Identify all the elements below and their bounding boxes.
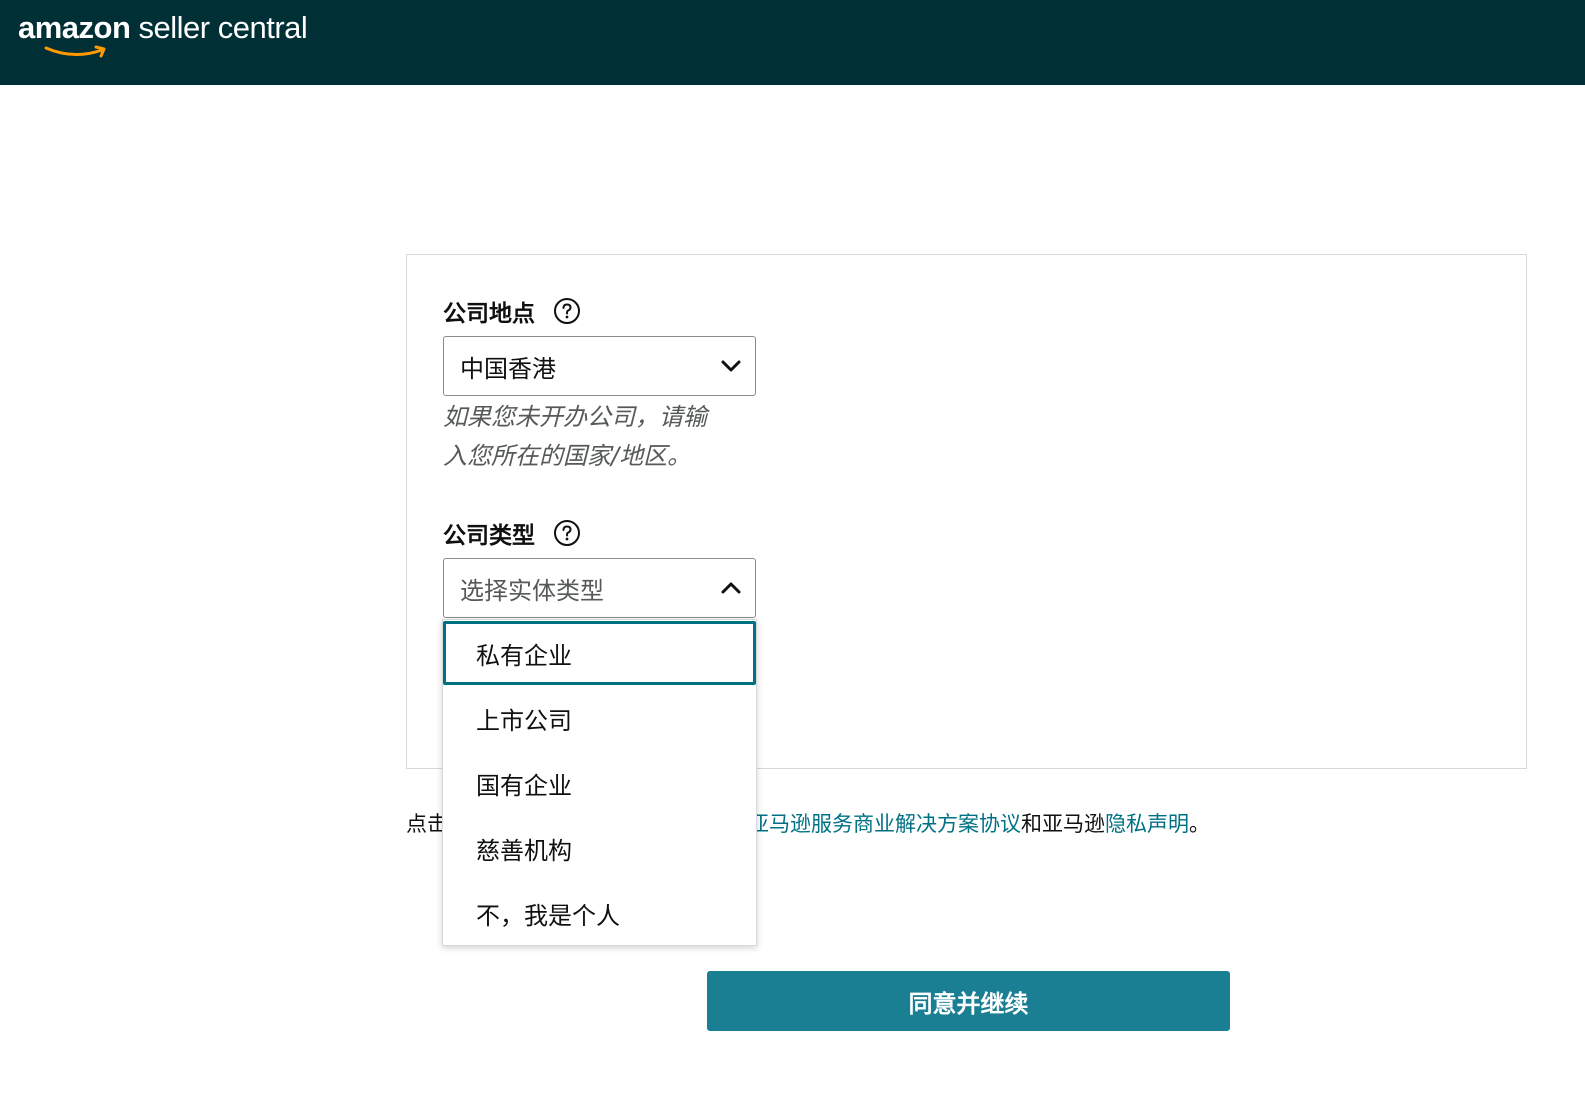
business-solutions-agreement-link[interactable]: 亚马逊服务商业解决方案协议 <box>748 812 1021 836</box>
hint-line-2: 入您所在的国家/地区。 <box>443 442 692 470</box>
agree-and-continue-button[interactable]: 同意并继续 <box>707 971 1230 1031</box>
option-label: 国有企业 <box>476 771 572 800</box>
option-individual[interactable]: 不，我是个人 <box>443 881 756 945</box>
company-location-hint: 如果您未开办公司，请输 入您所在的国家/地区。 <box>443 398 763 476</box>
company-type-placeholder: 选择实体类型 <box>460 576 604 605</box>
company-type-select[interactable]: 选择实体类型 <box>443 558 756 618</box>
company-type-options-list: 私有企业 上市公司 国有企业 慈善机构 不，我是个人 <box>442 619 757 946</box>
logo-suffix-text: seller central <box>130 10 308 45</box>
company-location-value: 中国香港 <box>460 354 556 383</box>
chevron-down-icon <box>721 360 741 372</box>
chevron-up-icon <box>721 582 741 594</box>
option-state-owned-company[interactable]: 国有企业 <box>443 751 756 815</box>
company-location-label-text: 公司地点 <box>443 301 535 327</box>
agreement-suffix: 。 <box>1189 812 1210 836</box>
top-navigation-bar: amazon seller central <box>0 0 1585 85</box>
option-private-company[interactable]: 私有企业 <box>443 621 756 685</box>
company-type-label-text: 公司类型 <box>443 523 535 549</box>
privacy-notice-link[interactable]: 隐私声明 <box>1105 812 1189 836</box>
company-type-label: 公司类型 <box>443 516 581 550</box>
option-label: 不，我是个人 <box>476 901 620 930</box>
option-label: 上市公司 <box>476 706 572 735</box>
hint-line-1: 如果您未开办公司，请输 <box>443 403 707 431</box>
option-public-company[interactable]: 上市公司 <box>443 686 756 750</box>
question-circle-icon[interactable] <box>553 297 581 325</box>
option-charity[interactable]: 慈善机构 <box>443 816 756 880</box>
question-circle-icon[interactable] <box>553 519 581 547</box>
company-location-label: 公司地点 <box>443 294 581 328</box>
option-label: 慈善机构 <box>476 836 572 865</box>
amazon-seller-central-logo[interactable]: amazon seller central <box>18 10 308 58</box>
company-location-select[interactable]: 中国香港 <box>443 336 756 396</box>
option-label: 私有企业 <box>476 641 572 670</box>
logo-brand-text: amazon <box>18 10 131 45</box>
amazon-smile-icon <box>44 45 106 58</box>
agreement-joiner: 和亚马逊 <box>1021 812 1105 836</box>
